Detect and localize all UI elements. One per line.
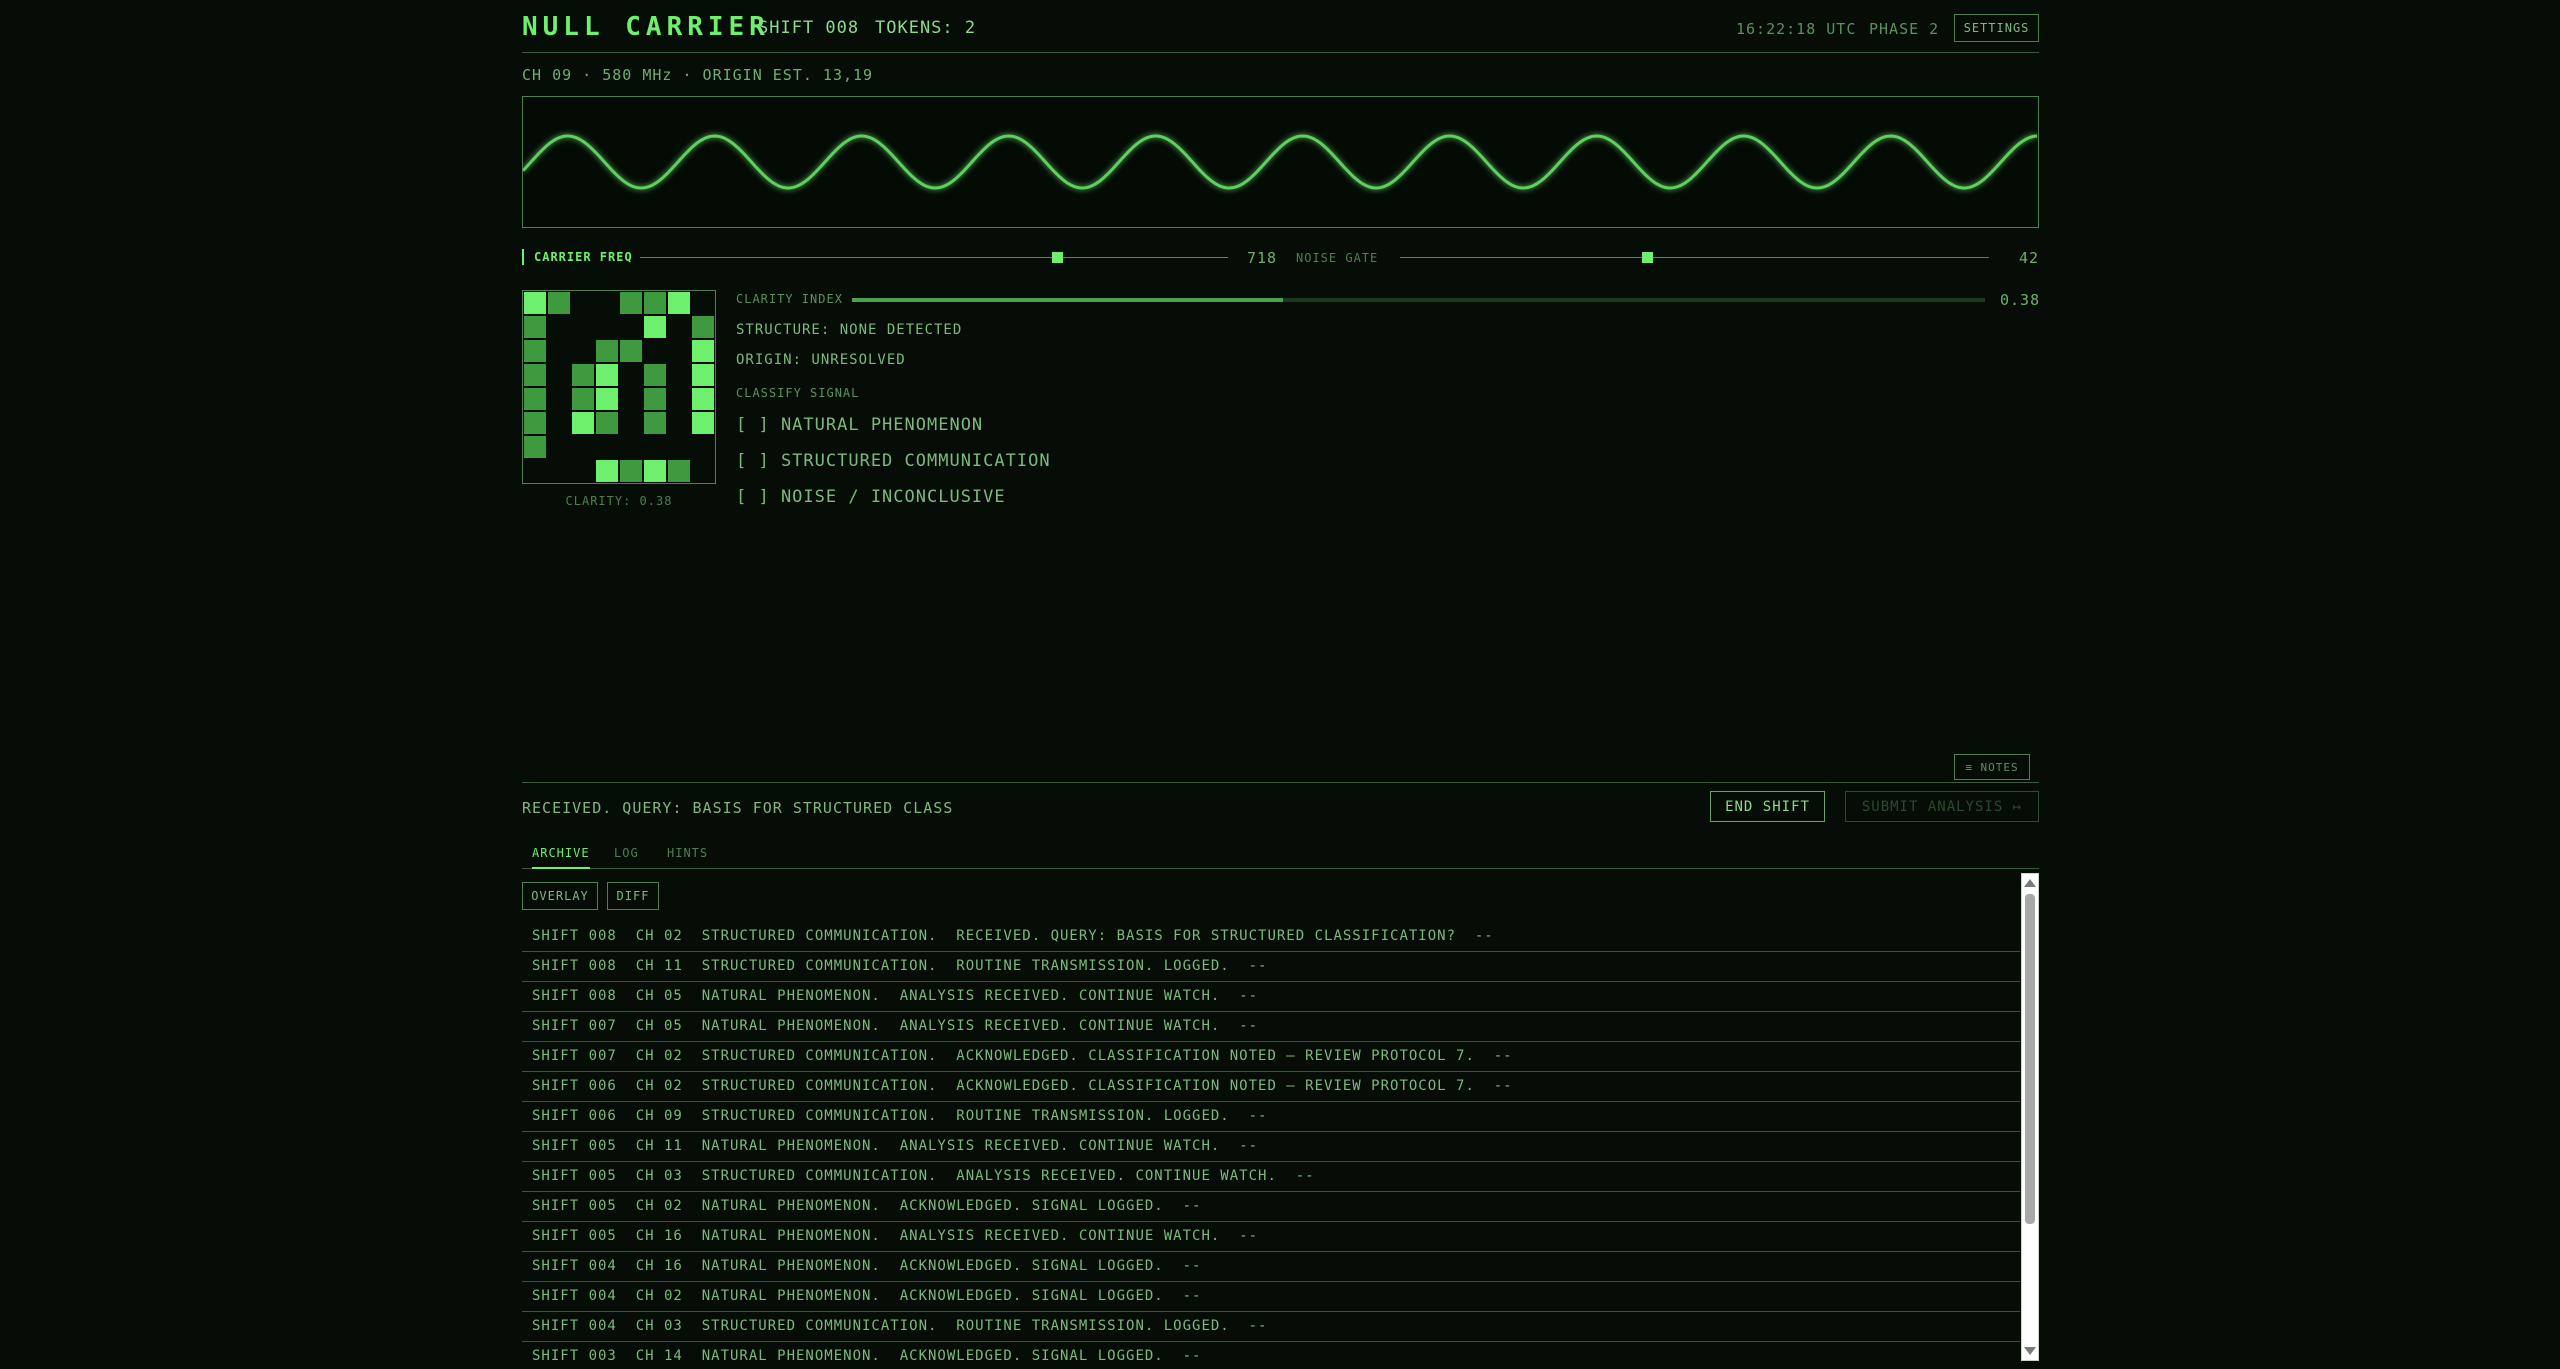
archive-row[interactable]: SHIFT 007 CH 02 STRUCTURED COMMUNICATION… [522, 1042, 2020, 1072]
glyph-cell [644, 364, 666, 386]
classify-heading: CLASSIFY SIGNAL [736, 386, 860, 400]
utc-clock: 16:22:18 UTC [1736, 20, 1857, 38]
scroll-down-icon[interactable] [2024, 1347, 2036, 1355]
clarity-index-bar [852, 298, 1985, 302]
glyph-cell [524, 340, 546, 362]
glyph-cell [524, 412, 546, 434]
glyph-cell [572, 388, 594, 410]
glyph-cell [692, 412, 714, 434]
app-root: NULL CARRIER SHIFT 008 TOKENS: 2 16:22:1… [522, 0, 2039, 1369]
glyph-cell [644, 292, 666, 314]
glyph-clarity-caption: CLARITY: 0.38 [565, 494, 673, 508]
option-structured-communication[interactable]: [ ] STRUCTURED COMMUNICATION [736, 451, 1051, 471]
settings-button[interactable]: SETTINGS [1954, 14, 2039, 42]
origin-status: ORIGIN: UNRESOLVED [736, 352, 906, 368]
carrier-freq-label: CARRIER FREQ [522, 249, 633, 265]
tab-archive[interactable]: ARCHIVE [532, 846, 590, 869]
scroll-up-icon[interactable] [2024, 879, 2036, 887]
glyph-cell [548, 292, 570, 314]
archive-row[interactable]: SHIFT 006 CH 09 STRUCTURED COMMUNICATION… [522, 1102, 2020, 1132]
glyph-cell [572, 364, 594, 386]
tuning-controls: CARRIER FREQ 718 NOISE GATE 42 [522, 247, 2039, 269]
phase-indicator: PHASE 2 [1869, 20, 1940, 38]
waveform-display [522, 96, 2039, 228]
glyph-cell [596, 388, 618, 410]
glyph-cell [524, 436, 546, 458]
archive-row[interactable]: SHIFT 006 CH 02 STRUCTURED COMMUNICATION… [522, 1072, 2020, 1102]
archive-row[interactable]: SHIFT 005 CH 03 STRUCTURED COMMUNICATION… [522, 1162, 2020, 1192]
glyph-cell [668, 292, 690, 314]
archive-row[interactable]: SHIFT 004 CH 16 NATURAL PHENOMENON. ACKN… [522, 1252, 2020, 1282]
channel-info: CH 09 · 580 MHz · ORIGIN EST. 13,19 [522, 66, 874, 84]
waveform-svg [523, 134, 2038, 190]
glyph-cell [596, 460, 618, 482]
archive-row[interactable]: SHIFT 008 CH 02 STRUCTURED COMMUNICATION… [522, 922, 2020, 952]
signal-glyph-grid [522, 290, 716, 484]
glyph-cell [692, 340, 714, 362]
archive-row[interactable]: SHIFT 005 CH 16 NATURAL PHENOMENON. ANAL… [522, 1222, 2020, 1252]
glyph-cell [572, 412, 594, 434]
archive-row[interactable]: SHIFT 007 CH 05 NATURAL PHENOMENON. ANAL… [522, 1012, 2020, 1042]
glyph-cell [524, 388, 546, 410]
overlay-button[interactable]: OVERLAY [522, 882, 598, 910]
glyph-cell [692, 364, 714, 386]
glyph-cell [596, 412, 618, 434]
glyph-cell [524, 364, 546, 386]
archive-row[interactable]: SHIFT 008 CH 11 STRUCTURED COMMUNICATION… [522, 952, 2020, 982]
top-bar: NULL CARRIER SHIFT 008 TOKENS: 2 16:22:1… [522, 0, 2039, 53]
archive-row[interactable]: SHIFT 003 CH 14 NATURAL PHENOMENON. ACKN… [522, 1342, 2020, 1362]
archive-tabs: ARCHIVE LOG HINTS [522, 838, 2039, 869]
structure-status: STRUCTURE: NONE DETECTED [736, 322, 963, 338]
glyph-cell [524, 316, 546, 338]
glyph-cell [524, 292, 546, 314]
option-natural-phenomenon[interactable]: [ ] NATURAL PHENOMENON [736, 415, 983, 435]
archive-scrollbar[interactable] [2021, 873, 2039, 1361]
glyph-cell [644, 316, 666, 338]
archive-list: SHIFT 008 CH 02 STRUCTURED COMMUNICATION… [522, 922, 2020, 1362]
noise-gate-slider-handle[interactable] [1642, 252, 1654, 263]
glyph-cell [644, 460, 666, 482]
notes-button[interactable]: ≡ NOTES [1954, 754, 2030, 780]
status-divider [522, 782, 2039, 783]
scrollbar-thumb[interactable] [2025, 894, 2035, 1224]
glyph-cell [596, 364, 618, 386]
clarity-index-value: 0.38 [2000, 291, 2041, 309]
glyph-cell [668, 460, 690, 482]
shift-indicator: SHIFT 008 [758, 18, 860, 38]
archive-row[interactable]: SHIFT 004 CH 02 NATURAL PHENOMENON. ACKN… [522, 1282, 2020, 1312]
archive-row[interactable]: SHIFT 004 CH 03 STRUCTURED COMMUNICATION… [522, 1312, 2020, 1342]
glyph-cell [644, 388, 666, 410]
glyph-cell [596, 340, 618, 362]
archive-row[interactable]: SHIFT 005 CH 11 NATURAL PHENOMENON. ANAL… [522, 1132, 2020, 1162]
waveform-trace [523, 134, 2038, 190]
submit-analysis-button[interactable]: SUBMIT ANALYSIS ↦ [1845, 791, 2039, 822]
end-shift-button[interactable]: END SHIFT [1710, 791, 1825, 822]
glyph-cell [644, 412, 666, 434]
glyph-cell [620, 340, 642, 362]
tab-log[interactable]: LOG [614, 846, 639, 867]
glyph-cell [692, 316, 714, 338]
glyph-cell [620, 292, 642, 314]
glyph-cell [620, 460, 642, 482]
carrier-freq-slider-handle[interactable] [1052, 252, 1064, 263]
archive-row[interactable]: SHIFT 008 CH 05 NATURAL PHENOMENON. ANAL… [522, 982, 2020, 1012]
status-message: RECEIVED. QUERY: BASIS FOR STRUCTURED CL… [522, 799, 954, 817]
tab-hints[interactable]: HINTS [667, 846, 708, 867]
app-title: NULL CARRIER [522, 12, 770, 42]
tokens-counter: TOKENS: 2 [875, 18, 977, 38]
noise-gate-track[interactable] [1400, 257, 1989, 258]
carrier-freq-track[interactable] [640, 257, 1228, 258]
noise-gate-value: 42 [2019, 249, 2040, 267]
glyph-cell [692, 388, 714, 410]
noise-gate-label: NOISE GATE [1296, 251, 1379, 265]
archive-row[interactable]: SHIFT 005 CH 02 NATURAL PHENOMENON. ACKN… [522, 1192, 2020, 1222]
clarity-index-fill [852, 298, 1283, 302]
option-noise-inconclusive[interactable]: [ ] NOISE / INCONCLUSIVE [736, 487, 1006, 507]
carrier-freq-value: 718 [1247, 249, 1278, 267]
clarity-index-label: CLARITY INDEX [736, 292, 843, 306]
diff-button[interactable]: DIFF [607, 882, 659, 910]
